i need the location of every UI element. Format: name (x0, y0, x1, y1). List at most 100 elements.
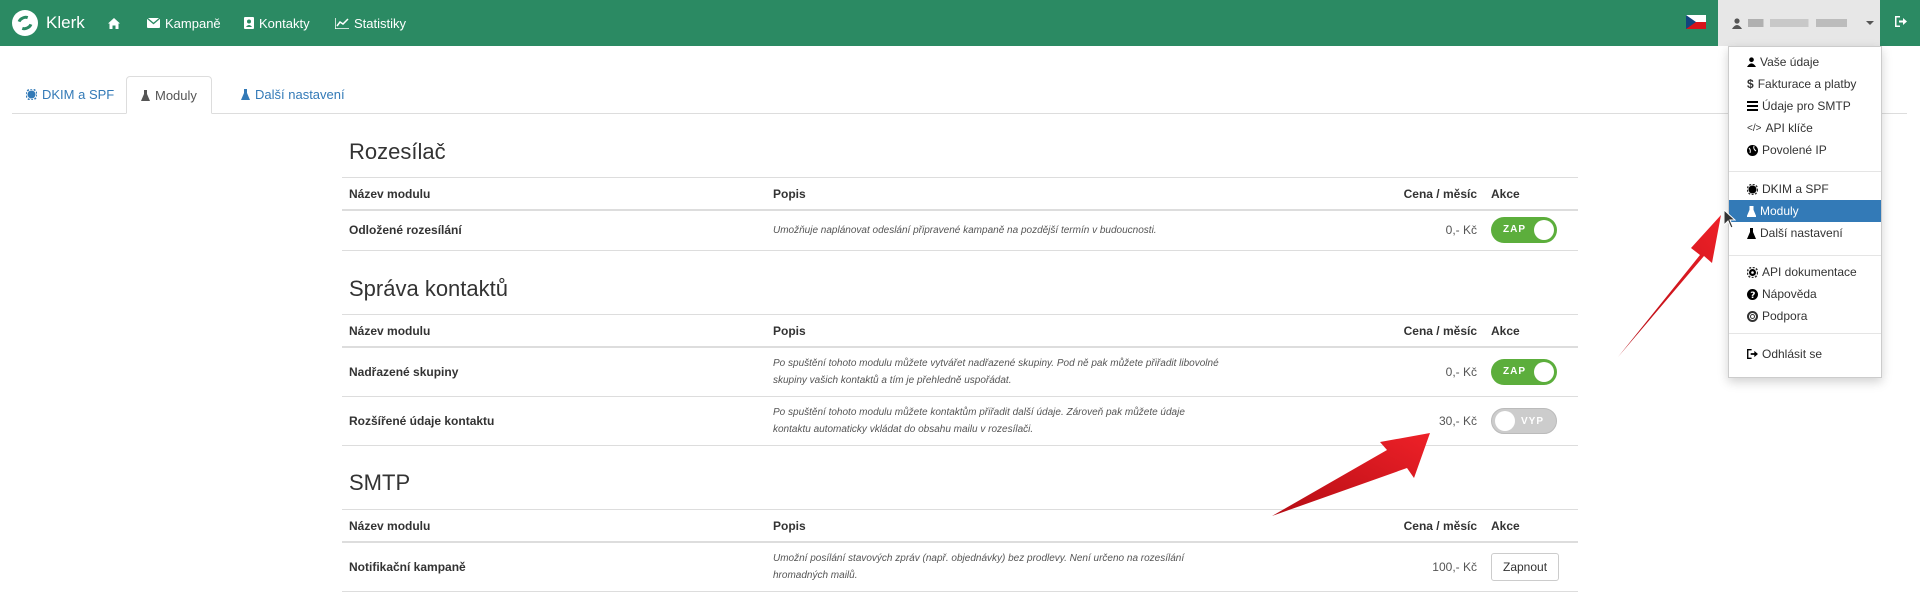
globe-icon (1747, 144, 1758, 156)
gear-icon (1747, 183, 1758, 195)
flask-icon (241, 88, 250, 100)
flask-icon (141, 89, 150, 101)
svg-text:?: ? (1750, 291, 1755, 300)
menu-item-napoveda[interactable]: ? Nápověda (1729, 283, 1881, 305)
tab-moduly[interactable]: Moduly (126, 76, 212, 114)
nav-kontakty[interactable]: Kontakty (244, 0, 310, 46)
module-price: 0,- Kč (1380, 210, 1484, 251)
col-name: Název modulu (342, 177, 766, 211)
menu-item-api-klice[interactable]: </> API klíče (1729, 117, 1881, 139)
section-title-rozesilac: Rozesílač (349, 139, 446, 164)
table-row: Rozšířené údaje kontaktu Po spuštění toh… (342, 396, 1578, 446)
module-toggle[interactable]: ZAP (1491, 217, 1557, 244)
settings-tabs: DKIM a SPF Moduly Další nastavení (12, 76, 1907, 114)
brand-name: Klerk (46, 13, 85, 32)
question-icon: ? (1747, 288, 1758, 300)
module-description: Po spuštění tohoto modulu můžete kontakt… (773, 406, 1185, 435)
col-desc: Popis (766, 177, 1380, 211)
menu-item-dalsi-nastaveni[interactable]: Další nastavení (1729, 222, 1881, 244)
modules-table-rozesilac: Název modulu Popis Cena / měsíc Akce Odl… (342, 177, 1578, 251)
nav-kampane-label: Kampaně (165, 15, 221, 31)
menu-item-api-dokumentace[interactable]: API dokumentace (1729, 261, 1881, 283)
chevron-down-icon (1866, 21, 1874, 25)
menu-item-povolene-ip[interactable]: Povolené IP (1729, 139, 1881, 161)
table-row: Notifikační kampaně Umožní posílání stav… (342, 542, 1578, 592)
enable-module-button[interactable]: Zapnout (1491, 552, 1560, 581)
module-name: Odložené rozesílání (342, 210, 766, 251)
nav-kontakty-label: Kontakty (259, 15, 310, 31)
mouse-cursor-icon (1724, 210, 1736, 229)
col-action: Akce (1484, 314, 1578, 348)
module-price: 30,- Kč (1380, 396, 1484, 446)
modules-table-sprava-kontaktu: Název modulu Popis Cena / měsíc Akce Nad… (342, 314, 1578, 446)
col-price: Cena / měsíc (1380, 509, 1484, 543)
table-header: Název modulu Popis Cena / měsíc Akce (342, 177, 1578, 211)
modules-table-smtp: Název modulu Popis Cena / měsíc Akce Not… (342, 509, 1578, 592)
arrow-to-moduly-icon (1618, 215, 1721, 357)
col-desc: Popis (766, 509, 1380, 543)
user-name-redacted (1748, 19, 1858, 27)
cog-icon (1747, 266, 1758, 278)
col-price: Cena / měsíc (1380, 177, 1484, 211)
menu-item-smtp[interactable]: Údaje pro SMTP (1729, 95, 1881, 117)
module-price: 100,- Kč (1380, 542, 1484, 592)
module-description: Umožňuje naplánovat odeslání připravené … (773, 224, 1157, 236)
top-navbar: Klerk Kampaně Kontakty Statistiky (0, 0, 1920, 46)
module-toggle[interactable]: ZAP (1491, 358, 1557, 385)
tab-dkim-spf[interactable]: DKIM a SPF (12, 76, 128, 112)
czech-flag-icon[interactable] (1686, 15, 1706, 29)
contact-card-icon (244, 17, 254, 29)
module-name: Rozšířené údaje kontaktu (342, 396, 766, 446)
module-description: Po spuštění tohoto modulu můžete vytváře… (773, 357, 1219, 386)
code-icon: </> (1747, 122, 1762, 134)
tab-dalsi-nastaveni-label: Další nastavení (255, 86, 345, 102)
menu-item-fakturace[interactable]: $ Fakturace a platby (1729, 73, 1881, 95)
module-toggle[interactable]: VYP (1491, 407, 1557, 434)
module-name: Notifikační kampaně (342, 542, 766, 592)
table-header: Název modulu Popis Cena / měsíc Akce (342, 509, 1578, 543)
menu-item-podpora[interactable]: Podpora (1729, 305, 1881, 327)
module-price: 0,- Kč (1380, 347, 1484, 397)
module-description: Umožní posílání stavových zpráv (např. o… (773, 552, 1185, 581)
col-action: Akce (1484, 177, 1578, 211)
envelope-icon (147, 18, 160, 28)
nav-statistiky[interactable]: Statistiky (335, 0, 406, 46)
user-dropdown-menu: Vaše údaje $ Fakturace a platby Údaje pr… (1728, 46, 1882, 378)
module-name: Nadřazené skupiny (342, 347, 766, 397)
logout-icon[interactable] (1895, 16, 1907, 27)
home-icon (108, 17, 120, 29)
menu-item-moduly[interactable]: Moduly (1729, 200, 1881, 222)
menu-divider (1729, 333, 1881, 334)
nav-statistiky-label: Statistiky (354, 15, 407, 31)
nav-home[interactable] (108, 0, 120, 46)
section-title-sprava-kontaktu: Správa kontaktů (349, 276, 508, 301)
menu-item-odhlasit[interactable]: Odhlásit se (1729, 343, 1881, 365)
col-name: Název modulu (342, 314, 766, 348)
tab-moduly-label: Moduly (155, 87, 197, 103)
nav-kampane[interactable]: Kampaně (147, 0, 221, 46)
dollar-icon: $ (1747, 77, 1754, 91)
gear-icon (26, 88, 37, 100)
table-row: Nadřazené skupiny Po spuštění tohoto mod… (342, 347, 1578, 397)
lifebuoy-icon (1747, 310, 1758, 322)
menu-item-vase-udaje[interactable]: Vaše údaje (1729, 51, 1881, 73)
list-icon (1747, 101, 1758, 111)
tab-dalsi-nastaveni[interactable]: Další nastavení (227, 76, 359, 112)
line-chart-icon (335, 17, 349, 29)
tab-dkim-spf-label: DKIM a SPF (42, 86, 115, 102)
table-row: Odložené rozesílání Umožňuje naplánovat … (342, 210, 1578, 251)
user-icon (1747, 57, 1756, 67)
menu-divider (1729, 255, 1881, 256)
col-desc: Popis (766, 314, 1380, 348)
col-price: Cena / měsíc (1380, 314, 1484, 348)
menu-item-dkim-spf[interactable]: DKIM a SPF (1729, 178, 1881, 200)
section-title-smtp: SMTP (349, 470, 411, 495)
flask-icon (1747, 227, 1756, 239)
table-header: Název modulu Popis Cena / měsíc Akce (342, 314, 1578, 348)
brand[interactable]: Klerk (12, 0, 85, 46)
menu-divider (1729, 171, 1881, 172)
user-menu-toggle[interactable] (1718, 0, 1880, 46)
klerk-logo-icon (12, 10, 38, 36)
col-action: Akce (1484, 509, 1578, 543)
col-name: Název modulu (342, 509, 766, 543)
